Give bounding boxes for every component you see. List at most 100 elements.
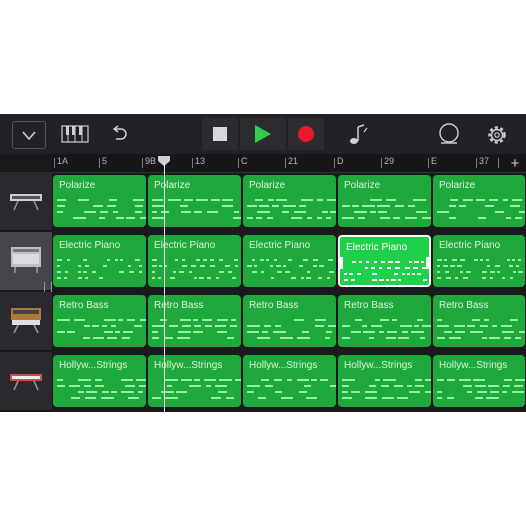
region-3-3[interactable]: Hollyw...Strings: [338, 355, 431, 407]
note-dash: [515, 379, 525, 381]
note-dash: [352, 205, 359, 207]
note-dash: [414, 261, 419, 263]
region-0-2[interactable]: Polarize: [243, 175, 336, 227]
note-dash: [258, 397, 266, 399]
note-dash: [386, 337, 396, 339]
note-dash: [437, 319, 442, 321]
note-dash: [285, 271, 290, 273]
note-dash: [64, 277, 67, 279]
region-3-2[interactable]: Hollyw...Strings: [243, 355, 336, 407]
note-dash: [342, 379, 355, 381]
note-dash: [274, 379, 282, 381]
note-dash: [317, 217, 322, 219]
record-button[interactable]: [288, 118, 324, 150]
region-1-0[interactable]: Electric Piano: [53, 235, 146, 287]
ruler-label: C: [241, 156, 248, 166]
strings-keyboard-icon: [8, 366, 44, 397]
note-dash: [138, 391, 143, 393]
note-dash: [415, 379, 422, 381]
note-dash: [370, 199, 382, 201]
ruler-label: E: [431, 156, 438, 166]
master-effects-button[interactable]: [436, 122, 462, 148]
region-2-3[interactable]: Retro Bass: [338, 295, 431, 347]
note-dash: [118, 319, 123, 321]
note-dash: [381, 261, 385, 263]
note-dash: [205, 325, 212, 327]
settings-button[interactable]: [484, 122, 510, 148]
region-0-4[interactable]: Polarize: [433, 175, 525, 227]
note-dash: [261, 271, 264, 273]
note-dash: [486, 397, 499, 399]
region-1-4[interactable]: Electric Piano: [433, 235, 525, 287]
note-dash: [342, 391, 348, 393]
note-dash: [342, 397, 352, 399]
region-0-1[interactable]: Polarize: [148, 175, 241, 227]
metronome-icon: [350, 124, 368, 144]
region-2-0[interactable]: Retro Bass: [53, 295, 146, 347]
note-dash: [413, 267, 418, 269]
region-0-0[interactable]: Polarize: [53, 175, 146, 227]
metronome-button[interactable]: [346, 123, 370, 147]
note-dash: [158, 277, 161, 279]
region-1-1[interactable]: Electric Piano: [148, 235, 241, 287]
keyboard-button[interactable]: [60, 123, 90, 145]
region-trim-handle-right[interactable]: [426, 257, 429, 269]
region-1-3[interactable]: Electric Piano: [338, 235, 431, 287]
region-label: Hollyw...Strings: [344, 360, 413, 371]
note-dash: [127, 319, 135, 321]
region-2-1[interactable]: Retro Bass: [148, 295, 241, 347]
note-dash: [303, 259, 308, 261]
bass-synth-icon: [8, 304, 44, 339]
note-dash: [85, 397, 96, 399]
note-dash: [450, 199, 458, 201]
note-dash: [194, 325, 201, 327]
note-dash: [199, 277, 204, 279]
note-dash: [102, 325, 107, 327]
note-dash: [327, 277, 330, 279]
region-3-4[interactable]: Hollyw...Strings: [433, 355, 525, 407]
add-section-button[interactable]: +: [504, 154, 526, 172]
undo-button[interactable]: [108, 123, 130, 145]
tracks-dropdown-button[interactable]: [12, 121, 46, 149]
note-dash: [210, 259, 214, 261]
region-0-3[interactable]: Polarize: [338, 175, 431, 227]
track-header-3[interactable]: [0, 352, 52, 411]
note-dash: [116, 217, 124, 219]
note-dash: [234, 259, 238, 261]
timeline-ruler[interactable]: 1A 5 9B 13 C 21 D 29 E 37: [52, 154, 526, 173]
note-dash: [168, 199, 181, 201]
region-trim-handle-left[interactable]: [340, 257, 343, 269]
note-dash: [342, 205, 350, 207]
track-header-2[interactable]: [0, 292, 52, 351]
note-dash: [375, 379, 380, 381]
note-dash: [369, 337, 374, 339]
note-dash: [200, 265, 205, 267]
play-button[interactable]: [240, 118, 286, 150]
region-1-2[interactable]: Electric Piano: [243, 235, 336, 287]
region-notes: [437, 257, 523, 283]
note-dash: [95, 379, 102, 381]
note-dash: [342, 325, 350, 327]
note-dash: [322, 211, 328, 213]
note-dash: [274, 259, 277, 261]
track-header-0[interactable]: [0, 172, 52, 231]
master-effects-icon: [439, 123, 459, 144]
note-dash: [484, 319, 489, 321]
region-label: Polarize: [59, 180, 96, 191]
note-dash: [140, 217, 146, 219]
note-dash: [133, 199, 144, 201]
region-3-0[interactable]: Hollyw...Strings: [53, 355, 146, 407]
region-2-4[interactable]: Retro Bass: [433, 295, 525, 347]
stop-button[interactable]: [202, 118, 238, 150]
note-dash: [234, 211, 239, 213]
note-dash: [391, 279, 396, 281]
note-dash: [495, 265, 500, 267]
note-dash: [362, 325, 367, 327]
note-dash: [152, 277, 155, 279]
region-3-1[interactable]: Hollyw...Strings: [148, 355, 241, 407]
note-dash: [193, 319, 198, 321]
note-dash: [372, 279, 377, 281]
region-2-2[interactable]: Retro Bass: [243, 295, 336, 347]
note-dash: [277, 271, 282, 273]
note-dash: [216, 277, 219, 279]
